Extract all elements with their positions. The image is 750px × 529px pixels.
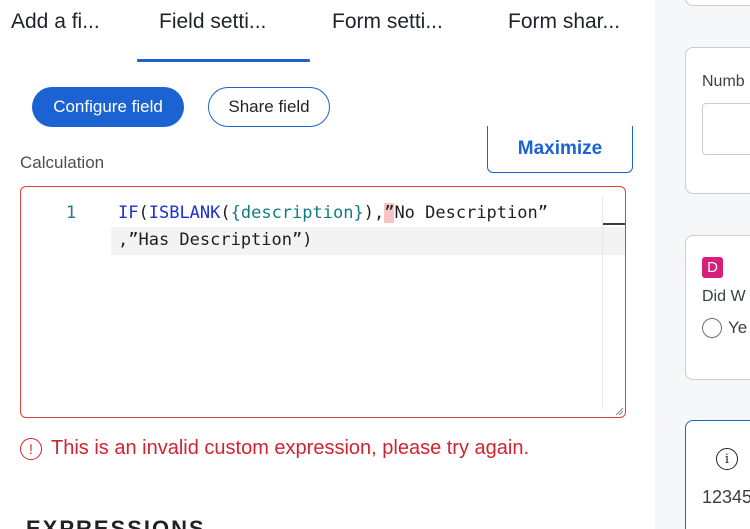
form-preview-panel: Numb D Did W Ye i 12345 — [655, 0, 750, 529]
token-string: No Description” — [394, 203, 548, 223]
field-type-badge: D — [702, 257, 723, 278]
code-line-1[interactable]: IF(ISBLANK({description}),”No Descriptio… — [118, 203, 548, 223]
token-punctuation: ), — [363, 203, 385, 223]
validation-error: ! This is an invalid custom expression, … — [20, 437, 529, 460]
line-number: 1 — [66, 203, 77, 223]
resize-handle-icon[interactable] — [614, 406, 624, 416]
tab-form-settings[interactable]: Form setti... — [332, 10, 443, 34]
tab-field-settings[interactable]: Field setti... — [159, 10, 266, 34]
calculation-code-editor[interactable]: 1 IF(ISBLANK({description}),”No Descript… — [20, 186, 626, 418]
code-line-1-wrapped[interactable]: ,”Has Description”) — [111, 227, 625, 255]
number-field-card[interactable]: Numb — [685, 47, 750, 194]
radio-option[interactable]: Ye — [702, 318, 747, 338]
tab-form-sharing[interactable]: Form shar... — [508, 10, 620, 34]
calculation-label: Calculation — [20, 153, 105, 172]
maximize-button[interactable]: Maximize — [487, 126, 633, 173]
radio-option-label: Ye — [728, 318, 748, 337]
token-function-isblank: ISBLANK — [148, 203, 221, 223]
configure-field-button[interactable]: Configure field — [32, 87, 184, 127]
form-field-card[interactable] — [685, 0, 750, 6]
panel-tabs: Add a fi... Field setti... Form setti...… — [0, 0, 655, 64]
calculation-field-card[interactable]: i 12345 — [685, 420, 750, 529]
error-message: This is an invalid custom expression, pl… — [51, 437, 530, 459]
expressions-heading: EXPRESSIONS — [26, 516, 206, 529]
field-settings-panel: Add a fi... Field setti... Form setti...… — [0, 0, 655, 529]
calculated-value: 12345 — [702, 487, 750, 507]
token-paren: ( — [138, 203, 149, 223]
token-error-highlight: ” — [384, 203, 395, 223]
number-field-label: Numb — [702, 73, 745, 90]
number-input[interactable] — [702, 103, 750, 155]
radio-field-card[interactable]: D Did W Ye — [685, 235, 750, 380]
radio-button[interactable] — [702, 318, 722, 338]
radio-field-label: Did W — [702, 288, 746, 305]
editor-scrollbar[interactable] — [602, 197, 603, 409]
share-field-button[interactable]: Share field — [208, 87, 330, 127]
exclamation-circle-icon: ! — [20, 437, 42, 460]
token-function-if: IF — [118, 203, 139, 223]
token-paren: ( — [220, 203, 231, 223]
editor-overview-cursor — [603, 223, 625, 225]
tab-add-a-field[interactable]: Add a fi... — [11, 10, 100, 34]
active-tab-indicator — [137, 59, 310, 62]
token-field-reference: {description} — [230, 203, 364, 223]
info-icon: i — [716, 448, 738, 470]
